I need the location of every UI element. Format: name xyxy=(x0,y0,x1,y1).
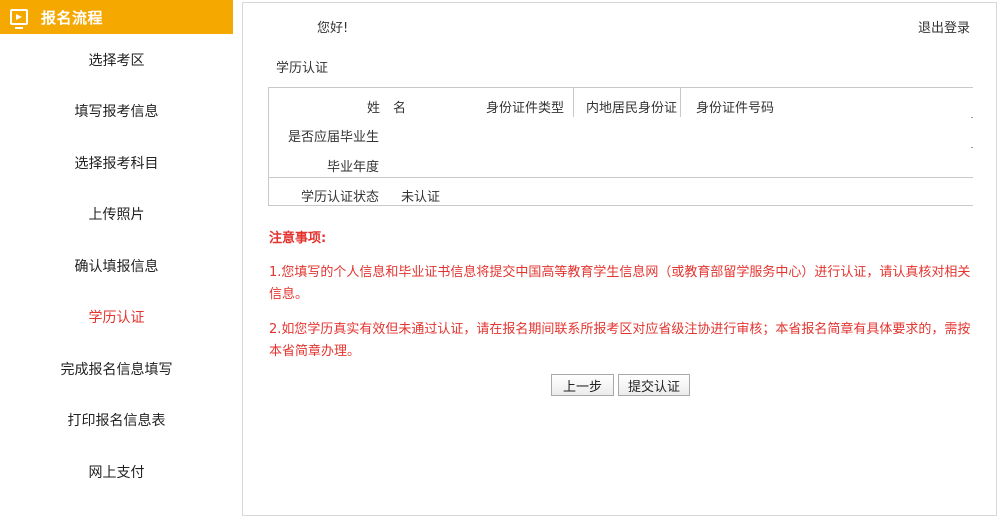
notice-item-1: 1.您填写的个人信息和毕业证书信息将提交中国高等教育学生信息网（或教育部留学服务… xyxy=(269,265,971,302)
sidebar-item-complete-registration[interactable]: 完成报名信息填写 xyxy=(0,343,233,395)
id-type-value: 内地居民身份证 xyxy=(586,101,678,116)
verify-status-value: 未认证 xyxy=(401,190,441,205)
notice-item-2: 2.如您学历真实有效但未通过认证，请在报名期间联系所报考区对应省级注协进行审核；… xyxy=(269,322,971,359)
greeting-text: 您好! xyxy=(317,21,349,36)
sidebar-item-print-form[interactable]: 打印报名信息表 xyxy=(0,395,233,447)
sidebar-header-title: 报名流程 xyxy=(41,8,104,27)
sidebar-item-select-region[interactable]: 选择考区 xyxy=(0,34,233,86)
sidebar: 报名流程 选择考区 填写报考信息 选择报考科目 上传照片 确认填报信息 学历认证… xyxy=(0,0,233,517)
verify-status-label: 学历认证状态 xyxy=(300,190,379,205)
row-marker xyxy=(971,117,973,118)
sidebar-nav: 选择考区 填写报考信息 选择报考科目 上传照片 确认填报信息 学历认证 完成报名… xyxy=(0,34,233,498)
section-title: 学历认证 xyxy=(276,61,329,76)
submit-verification-button[interactable]: 提交认证 xyxy=(618,374,690,396)
sidebar-item-education-verify[interactable]: 学历认证 xyxy=(0,292,233,344)
prev-step-button[interactable]: 上一步 xyxy=(551,374,614,396)
row-divider xyxy=(269,177,973,178)
main-panel: 您好! 退出登录 学历认证 姓 名 身份证件类型 内地居民身份证 身份证件号码 … xyxy=(242,2,997,516)
sidebar-item-confirm-info[interactable]: 确认填报信息 xyxy=(0,240,233,292)
sidebar-item-online-payment[interactable]: 网上支付 xyxy=(0,446,233,498)
id-number-label: 身份证件号码 xyxy=(696,101,775,116)
grad-year-label: 毕业年度 xyxy=(326,160,379,175)
row-marker xyxy=(971,147,973,148)
sidebar-header: 报名流程 xyxy=(0,0,233,34)
name-label: 姓 名 xyxy=(366,101,406,116)
fresh-grad-label: 是否应届毕业生 xyxy=(287,130,379,145)
sidebar-item-select-subjects[interactable]: 选择报考科目 xyxy=(0,137,233,189)
monitor-play-icon xyxy=(10,9,28,29)
logout-link[interactable]: 退出登录 xyxy=(918,17,970,36)
divider xyxy=(680,88,681,117)
education-info-table: 姓 名 身份证件类型 内地居民身份证 身份证件号码 是否应届毕业生 毕业年度 学… xyxy=(268,87,973,206)
sidebar-item-upload-photo[interactable]: 上传照片 xyxy=(0,189,233,241)
divider xyxy=(573,88,574,117)
sidebar-item-fill-info[interactable]: 填写报考信息 xyxy=(0,86,233,138)
id-type-label: 身份证件类型 xyxy=(485,101,564,116)
notice-title: 注意事项: xyxy=(269,231,327,246)
